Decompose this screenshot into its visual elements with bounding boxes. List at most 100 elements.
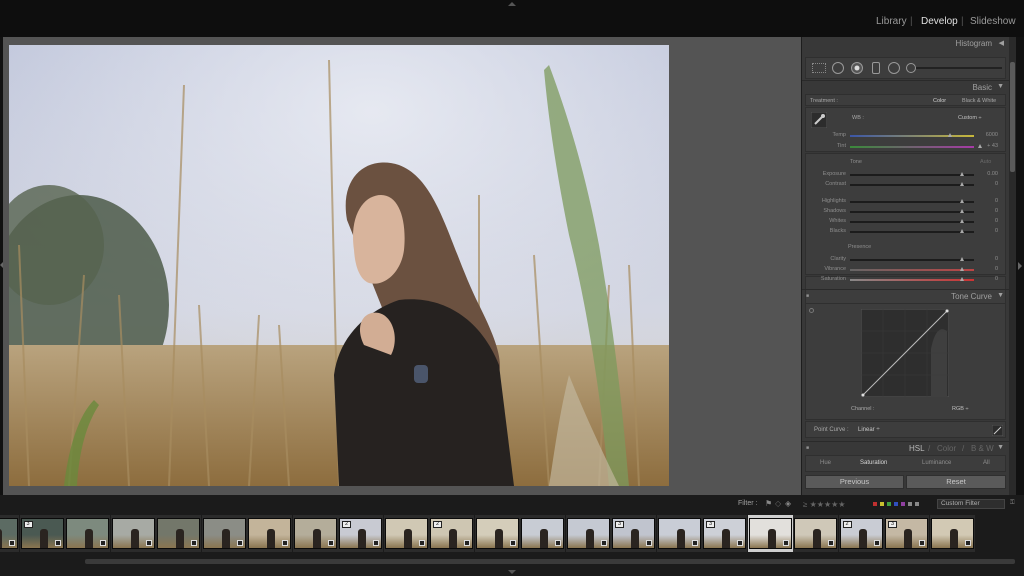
blacks-slider-handle[interactable] [960,229,964,233]
tone-curve-header[interactable]: ■ Tone Curve ▼ [802,289,1009,302]
shadows-slider-track[interactable] [850,211,974,213]
filmstrip-thumbnail[interactable]: 3 [885,518,928,549]
hsl-luminance-tab[interactable]: Luminance [922,460,951,466]
rating-filter-stars[interactable]: ≥ ★★★★★ [803,500,845,509]
right-panel-edge[interactable] [1016,37,1024,495]
contrast-slider-handle[interactable] [960,182,964,186]
hsl-hue-tab[interactable]: Hue [820,460,831,466]
clarity-value[interactable]: 0 [978,256,998,262]
collapse-left-panel-icon[interactable] [0,262,3,268]
graduated-filter-icon[interactable] [872,62,880,74]
scrollbar-thumb[interactable] [1010,62,1015,172]
exposure-value[interactable]: 0.00 [978,171,998,177]
highlights-slider-track[interactable] [850,201,974,203]
vibrance-slider-track[interactable] [850,269,974,271]
filmstrip-thumbnail[interactable]: 3 [612,518,655,549]
edit-point-curve-icon[interactable] [992,425,1003,436]
adjustment-brush-icon[interactable] [906,63,916,73]
reject-filter-icon[interactable]: ◈ [785,499,791,508]
module-library[interactable]: Library [876,16,907,27]
clarity-slider-track[interactable] [850,259,974,261]
channel-select[interactable]: RGB ÷ [952,406,968,412]
crop-tool-icon[interactable] [812,63,826,73]
histogram-header[interactable]: Histogram ◀ [802,37,1009,50]
color-label-swatch[interactable] [880,502,884,506]
treatment-bw-option[interactable]: Black & White [962,98,996,104]
brush-slider-track[interactable] [916,67,1002,69]
collapse-arrow-icon[interactable]: ◀ [999,39,1004,47]
blacks-value[interactable]: 0 [978,228,998,234]
contrast-slider-track[interactable] [850,184,974,186]
point-curve-select[interactable]: Linear ÷ [858,427,880,433]
filmstrip-thumbnail[interactable] [293,518,337,549]
module-develop[interactable]: Develop [921,16,958,27]
filmstrip-thumbnail[interactable]: 3 [20,518,64,549]
color-label-swatch[interactable] [873,502,877,506]
saturation-value[interactable]: 0 [978,276,998,282]
clarity-slider-handle[interactable] [960,257,964,261]
color-label-swatch[interactable] [908,502,912,506]
spot-removal-icon[interactable] [832,62,844,74]
hsl-all-tab[interactable]: All [983,460,990,466]
tint-slider-track[interactable] [850,146,974,148]
collapse-arrow-icon[interactable]: ▼ [997,292,1004,299]
filmstrip-thumbnail[interactable]: 2 [339,518,382,549]
filmstrip-thumbnail[interactable] [748,518,792,549]
filmstrip-thumbnail[interactable] [202,518,246,549]
whites-value[interactable]: 0 [978,218,998,224]
radial-filter-icon[interactable] [888,62,900,74]
red-eye-icon[interactable] [851,62,863,74]
color-label-swatch[interactable] [915,502,919,506]
filmstrip-thumbnail[interactable] [657,518,701,549]
filmstrip-thumbnail[interactable]: 2 [430,518,473,549]
color-label-swatch[interactable] [894,502,898,506]
previous-button[interactable]: Previous [805,475,904,489]
hsl-header[interactable]: ■ HSL / Color / B & W ▼ [802,441,1009,454]
highlights-value[interactable]: 0 [978,198,998,204]
filmstrip-thumbnail[interactable] [521,518,564,549]
auto-tone-button[interactable]: Auto [980,159,991,165]
color-label-swatch[interactable] [901,502,905,506]
shadows-value[interactable]: 0 [978,208,998,214]
filmstrip-scrollbar[interactable] [85,559,1015,564]
basic-header[interactable]: Basic ▼ [802,80,1009,93]
filmstrip-thumbnail[interactable] [157,518,200,549]
collapse-right-panel-icon[interactable] [1017,262,1023,270]
module-slideshow[interactable]: Slideshow [970,16,1016,27]
collapse-arrow-icon[interactable]: ▼ [997,444,1004,451]
flag-filter-icon[interactable]: ◇ [775,499,781,508]
temp-slider-handle[interactable] [948,133,952,137]
filmstrip-thumbnail[interactable] [794,518,837,549]
main-photo[interactable] [9,45,669,486]
contrast-value[interactable]: 0 [978,181,998,187]
filmstrip-thumbnail[interactable] [384,518,428,549]
whites-slider-handle[interactable] [960,219,964,223]
wb-eyedropper-icon[interactable] [811,112,827,128]
collapse-arrow-icon[interactable]: ▼ [997,83,1004,90]
saturation-slider-track[interactable] [850,279,974,281]
vibrance-slider-handle[interactable] [960,267,964,271]
target-adjust-icon[interactable] [809,308,814,313]
filmstrip-thumbnail[interactable]: 2 [839,518,883,549]
collapse-top-panel-icon[interactable] [508,1,516,7]
blacks-slider-track[interactable] [850,231,974,233]
filmstrip-thumbnail[interactable] [111,518,155,549]
color-tab[interactable]: Color [937,444,956,453]
filmstrip-thumbnail[interactable] [475,518,519,549]
temp-value[interactable]: 6000 [978,132,998,138]
color-label-swatch[interactable] [887,502,891,506]
whites-slider-track[interactable] [850,221,974,223]
exposure-slider-handle[interactable] [960,172,964,176]
filmstrip-thumbnail[interactable] [566,518,610,549]
reset-button[interactable]: Reset [906,475,1006,489]
filmstrip-thumbnail[interactable] [248,518,291,549]
wb-preset-select[interactable]: Custom ÷ [958,115,982,121]
temp-slider-track[interactable] [850,135,974,137]
tint-value[interactable]: + 43 [978,143,998,149]
filmstrip-thumbnail[interactable] [66,518,109,549]
collapse-filmstrip-icon[interactable] [508,569,516,575]
vibrance-value[interactable]: 0 [978,266,998,272]
custom-filter-select[interactable]: Custom Filter [937,499,1005,509]
filter-lock-icon[interactable]: ⚿ [1010,500,1015,507]
flag-filter-icon[interactable]: ⚑ [765,499,772,508]
